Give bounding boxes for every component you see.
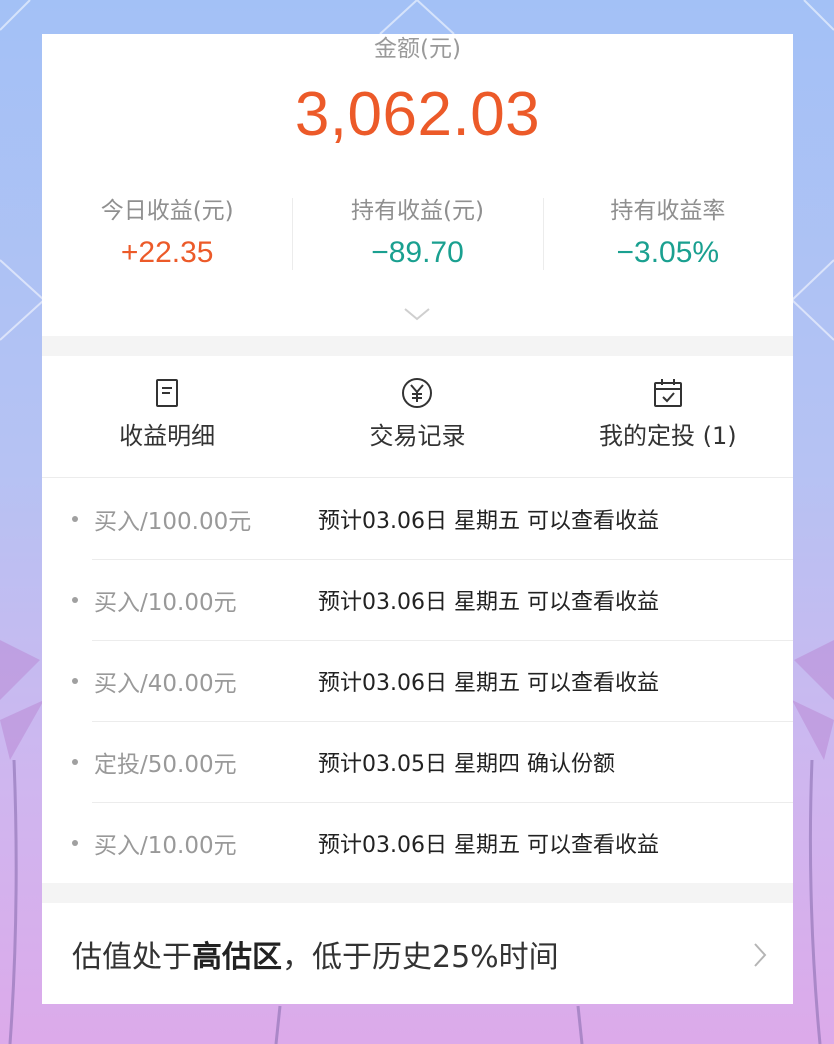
list-item[interactable]: 定投/50.00元 预计03.05日 星期四 确认份额 bbox=[42, 721, 793, 802]
calendar-check-icon bbox=[653, 379, 682, 407]
transaction-list: 买入/100.00元 预计03.06日 星期五 可以查看收益 买入/10.00元… bbox=[42, 478, 793, 883]
stat-value: −89.70 bbox=[371, 236, 464, 269]
transaction-type: 买入/10.00元 bbox=[94, 832, 237, 859]
yuan-circle-icon bbox=[402, 378, 433, 408]
section-divider bbox=[42, 883, 793, 903]
transaction-note: 预计03.06日 星期五 可以查看收益 bbox=[318, 832, 659, 858]
valuation-row[interactable]: 估值处于高估区，低于历史25%时间 bbox=[42, 903, 793, 1004]
action-label: 收益明细 bbox=[119, 422, 216, 450]
valuation-prefix: 估值处于 bbox=[72, 939, 192, 975]
transaction-type: 定投/50.00元 bbox=[94, 751, 237, 778]
stat-holding-rate: 持有收益率 −3.05% bbox=[542, 194, 793, 270]
asset-summary: 金额(元) 3,062.03 今日收益(元) +22.35 持有收益(元) −8… bbox=[42, 34, 793, 336]
stat-label: 持有收益(元) bbox=[351, 198, 484, 224]
section-divider bbox=[42, 336, 793, 356]
stat-holding-income: 持有收益(元) −89.70 bbox=[292, 194, 542, 270]
action-label: 我的定投 (1) bbox=[599, 422, 737, 450]
transaction-note: 预计03.06日 星期五 可以查看收益 bbox=[318, 508, 659, 534]
my-auto-invest-button[interactable]: 我的定投 (1) bbox=[543, 356, 793, 477]
transaction-type: 买入/10.00元 bbox=[94, 589, 237, 616]
stat-today-income: 今日收益(元) +22.35 bbox=[42, 194, 292, 270]
income-detail-button[interactable]: 收益明细 bbox=[42, 356, 292, 477]
stat-label: 今日收益(元) bbox=[100, 198, 234, 224]
transaction-note: 预计03.06日 星期五 可以查看收益 bbox=[318, 589, 659, 615]
transaction-note: 预计03.05日 星期四 确认份额 bbox=[318, 751, 615, 777]
valuation-text: 估值处于高估区，低于历史25%时间 bbox=[72, 932, 559, 976]
valuation-suffix: ，低于历史25%时间 bbox=[282, 939, 559, 975]
stat-label: 持有收益率 bbox=[610, 198, 726, 224]
action-bar: 收益明细 交易记录 我的定投 (1) bbox=[42, 356, 793, 478]
chevron-right-icon bbox=[754, 943, 767, 967]
list-item[interactable]: 买入/10.00元 预计03.06日 星期五 可以查看收益 bbox=[42, 559, 793, 640]
document-icon bbox=[156, 379, 179, 407]
transaction-record-button[interactable]: 交易记录 bbox=[292, 356, 542, 477]
stat-value: +22.35 bbox=[120, 236, 214, 269]
action-label: 交易记录 bbox=[369, 422, 466, 450]
list-item[interactable]: 买入/100.00元 预计03.06日 星期五 可以查看收益 bbox=[42, 478, 793, 559]
transaction-type: 买入/40.00元 bbox=[94, 670, 237, 697]
list-item[interactable]: 买入/40.00元 预计03.06日 星期五 可以查看收益 bbox=[42, 640, 793, 721]
transaction-note: 预计03.06日 星期五 可以查看收益 bbox=[318, 670, 659, 696]
transaction-type: 买入/100.00元 bbox=[94, 508, 252, 535]
stat-value: −3.05% bbox=[616, 236, 720, 269]
chevron-down-icon[interactable] bbox=[403, 306, 431, 322]
fund-card: 金额(元) 3,062.03 今日收益(元) +22.35 持有收益(元) −8… bbox=[42, 34, 793, 1004]
stats-row: 今日收益(元) +22.35 持有收益(元) −89.70 持有收益率 −3.0… bbox=[42, 194, 793, 270]
amount-value: 3,062.03 bbox=[294, 80, 541, 149]
amount-label: 金额(元) bbox=[374, 36, 461, 62]
list-item[interactable]: 买入/10.00元 预计03.06日 星期五 可以查看收益 bbox=[42, 802, 793, 883]
valuation-highlight: 高估区 bbox=[192, 939, 282, 975]
